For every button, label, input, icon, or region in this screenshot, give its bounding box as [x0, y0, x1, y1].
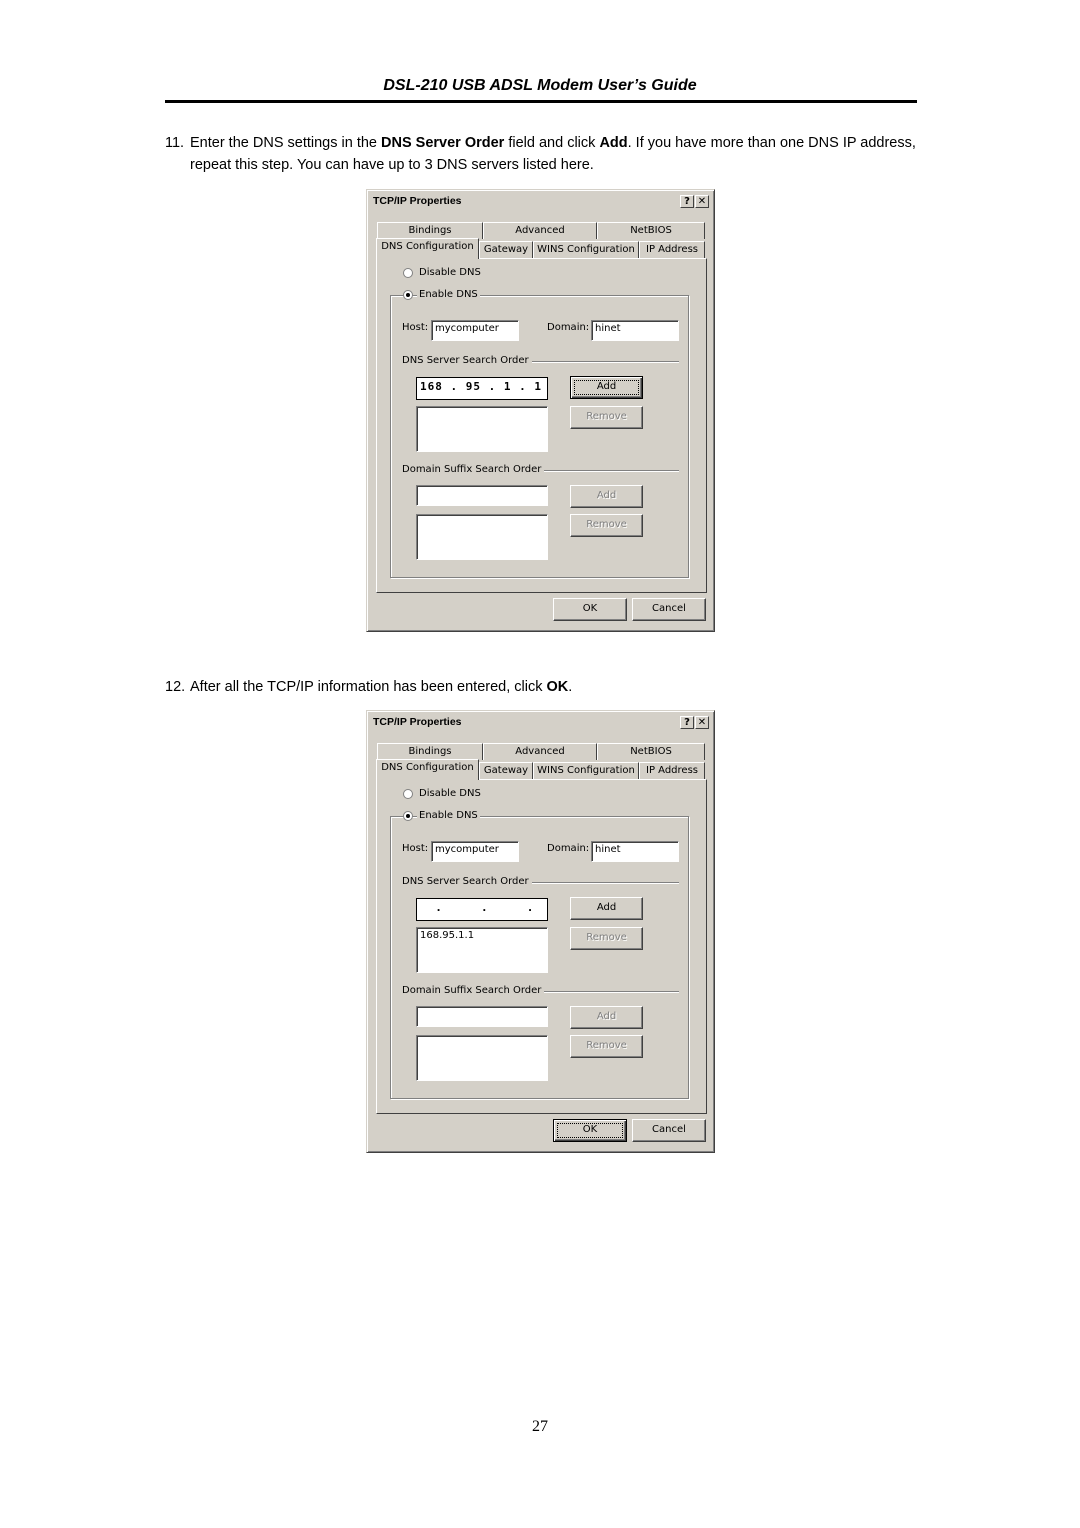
suffix-add-button[interactable]: Add: [570, 1006, 643, 1029]
tcpip-properties-dialog: TCP/IP Properties ? ✕ Bindings Advanced …: [366, 710, 715, 1153]
ok-button[interactable]: OK: [553, 1119, 627, 1142]
header-rule: [165, 100, 917, 103]
step-11: 11. Enter the DNS settings in the DNS Se…: [165, 132, 925, 176]
tab-wins-configuration[interactable]: WINS Configuration: [533, 241, 639, 258]
host-label: Host:: [402, 322, 429, 333]
dns-server-search-order-label: DNS Server Search Order: [402, 876, 532, 887]
step-text: .: [568, 679, 573, 695]
remove-label: Remove: [586, 411, 627, 422]
remove-label: Remove: [586, 1040, 627, 1051]
dns-ip-input[interactable]: . . .: [416, 898, 548, 921]
tab-advanced[interactable]: Advanced: [483, 743, 597, 760]
dns-ip-input[interactable]: 168 . 95 . 1 . 1: [416, 377, 548, 400]
tab-wins-configuration[interactable]: WINS Configuration: [533, 762, 639, 779]
host-label: Host:: [402, 843, 429, 854]
add-label: Add: [596, 490, 617, 501]
cancel-label: Cancel: [652, 1124, 686, 1135]
domain-suffix-search-order-label: Domain Suffix Search Order: [402, 985, 545, 996]
remove-label: Remove: [586, 519, 627, 530]
step-bold-text: DNS Server Order: [381, 135, 505, 151]
ok-button[interactable]: OK: [553, 598, 627, 621]
disable-dns-radio[interactable]: [403, 789, 413, 799]
page-number: 27: [532, 1418, 548, 1435]
host-input[interactable]: mycomputer: [431, 841, 519, 862]
tab-ip-address[interactable]: IP Address: [639, 241, 705, 258]
domain-label: Domain:: [547, 843, 590, 854]
suffix-add-button[interactable]: Add: [570, 485, 643, 508]
step-number: 11.: [165, 135, 185, 151]
suffix-input[interactable]: [416, 1006, 548, 1027]
dns-remove-button[interactable]: Remove: [570, 927, 643, 950]
tab-bindings[interactable]: Bindings: [377, 743, 483, 760]
tab-gateway[interactable]: Gateway: [479, 762, 533, 779]
suffix-remove-button[interactable]: Remove: [570, 514, 643, 537]
step-12: 12. After all the TCP/IP information has…: [165, 676, 925, 698]
domain-label: Domain:: [547, 322, 590, 333]
domain-input[interactable]: hinet: [591, 320, 679, 341]
dns-remove-button[interactable]: Remove: [570, 406, 643, 429]
suffix-remove-button[interactable]: Remove: [570, 1035, 643, 1058]
tab-dns-configuration[interactable]: DNS Configuration: [376, 238, 479, 259]
tcpip-properties-dialog: TCP/IP Properties ? ✕ Bindings Advanced …: [366, 189, 715, 632]
domain-suffix-search-order-label: Domain Suffix Search Order: [402, 464, 545, 475]
title-bar: TCP/IP Properties ? ✕: [370, 714, 711, 732]
cancel-button[interactable]: Cancel: [632, 1119, 706, 1142]
step-bold-text: OK: [546, 679, 569, 695]
tab-dns-configuration[interactable]: DNS Configuration: [376, 759, 479, 780]
tab-gateway[interactable]: Gateway: [479, 241, 533, 258]
step-bold-text: Add: [599, 135, 628, 151]
ok-label: OK: [582, 1124, 598, 1135]
domain-input[interactable]: hinet: [591, 841, 679, 862]
dialog-title: TCP/IP Properties: [373, 716, 462, 728]
dns-add-button[interactable]: Add: [570, 897, 643, 920]
tab-ip-address[interactable]: IP Address: [639, 762, 705, 779]
tab-advanced[interactable]: Advanced: [483, 222, 597, 239]
suffix-input[interactable]: [416, 485, 548, 506]
dns-add-button[interactable]: Add: [570, 376, 643, 399]
suffix-list[interactable]: [416, 1035, 548, 1081]
add-label: Add: [596, 902, 617, 913]
disable-dns-label: Disable DNS: [419, 788, 481, 799]
add-label: Add: [596, 381, 617, 392]
disable-dns-radio[interactable]: [403, 268, 413, 278]
enable-dns-label: Enable DNS: [417, 810, 480, 821]
step-text: After all the TCP/IP information has bee…: [190, 679, 547, 695]
tab-bindings[interactable]: Bindings: [377, 222, 483, 239]
enable-dns-radio[interactable]: [403, 811, 413, 821]
ok-label: OK: [582, 603, 598, 614]
enable-dns-label: Enable DNS: [417, 289, 480, 300]
title-bar: TCP/IP Properties ? ✕: [370, 193, 711, 211]
suffix-list[interactable]: [416, 514, 548, 560]
tab-netbios[interactable]: NetBIOS: [597, 222, 705, 239]
page-header-title: DSL-210 USB ADSL Modem User’s Guide: [383, 77, 697, 94]
step-number: 12.: [165, 679, 186, 695]
host-input[interactable]: mycomputer: [431, 320, 519, 341]
step-text: Enter the DNS settings in the: [190, 135, 382, 151]
dns-server-list[interactable]: 168.95.1.1: [416, 927, 548, 973]
close-button[interactable]: ✕: [695, 195, 709, 208]
disable-dns-label: Disable DNS: [419, 267, 481, 278]
dns-server-search-order-label: DNS Server Search Order: [402, 355, 532, 366]
dns-server-list[interactable]: [416, 406, 548, 452]
help-button[interactable]: ?: [680, 195, 694, 208]
remove-label: Remove: [586, 932, 627, 943]
cancel-label: Cancel: [652, 603, 686, 614]
help-button[interactable]: ?: [680, 716, 694, 729]
step-text: field and click: [504, 135, 600, 151]
close-button[interactable]: ✕: [695, 716, 709, 729]
tab-netbios[interactable]: NetBIOS: [597, 743, 705, 760]
dialog-title: TCP/IP Properties: [373, 195, 462, 207]
cancel-button[interactable]: Cancel: [632, 598, 706, 621]
enable-dns-radio[interactable]: [403, 290, 413, 300]
add-label: Add: [596, 1011, 617, 1022]
